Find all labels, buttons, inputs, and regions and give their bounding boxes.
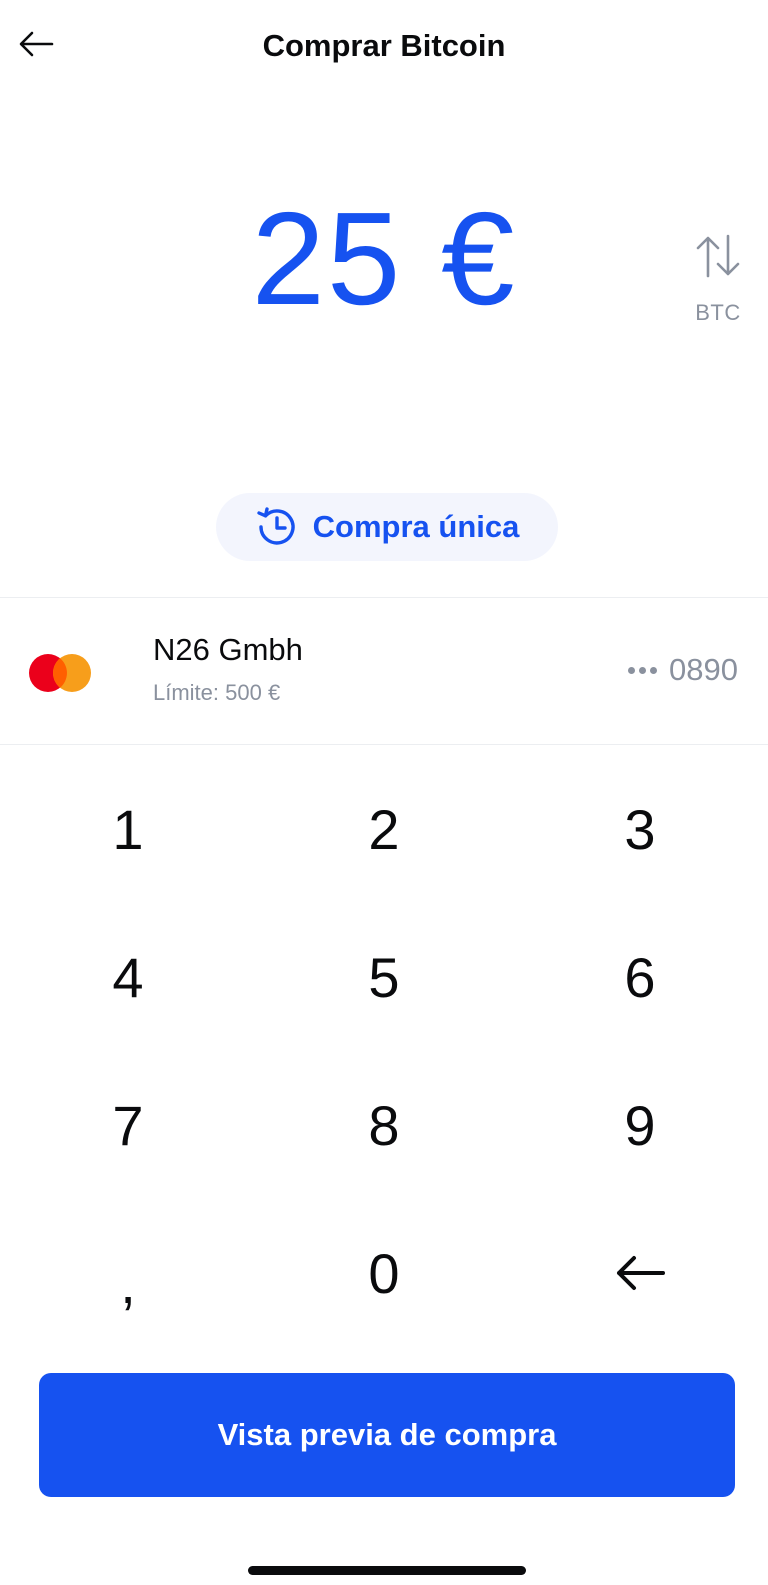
frequency-label: Compra única: [312, 509, 520, 544]
key-6[interactable]: 6: [512, 903, 768, 1051]
key-0[interactable]: 0: [256, 1199, 512, 1347]
mastercard-icon: [29, 654, 91, 692]
preview-purchase-button[interactable]: Vista previa de compra: [39, 1373, 735, 1497]
home-indicator[interactable]: [248, 1566, 526, 1575]
payment-method-name: N26 Gmbh: [153, 632, 303, 667]
card-last4: 0890: [669, 652, 738, 687]
key-4[interactable]: 4: [0, 903, 256, 1051]
arrow-left-icon: [617, 1256, 665, 1290]
currency-toggle-label: BTC: [695, 300, 741, 325]
frequency-selector-button[interactable]: Compra única: [216, 493, 558, 561]
divider: [0, 744, 768, 745]
key-1[interactable]: 1: [0, 755, 256, 903]
page-title: Comprar Bitcoin: [262, 28, 506, 63]
masked-dots-icon: [628, 666, 658, 674]
payment-method-limit: Límite: 500 €: [153, 680, 281, 705]
numeric-keypad: 1 2 3 4 5 6 7 8 9 , 0: [0, 755, 768, 1345]
key-3[interactable]: 3: [512, 755, 768, 903]
swap-vertical-icon: [696, 234, 740, 278]
key-backspace[interactable]: [512, 1199, 768, 1347]
key-decimal[interactable]: ,: [0, 1199, 256, 1347]
amount-display: 25 €: [251, 185, 517, 332]
currency-toggle-button[interactable]: BTC: [688, 232, 748, 344]
payment-method-last4: 0890: [628, 648, 738, 692]
history-clock-icon: [256, 507, 295, 545]
key-8[interactable]: 8: [256, 1051, 512, 1199]
key-7[interactable]: 7: [0, 1051, 256, 1199]
key-2[interactable]: 2: [256, 755, 512, 903]
key-9[interactable]: 9: [512, 1051, 768, 1199]
key-5[interactable]: 5: [256, 903, 512, 1051]
